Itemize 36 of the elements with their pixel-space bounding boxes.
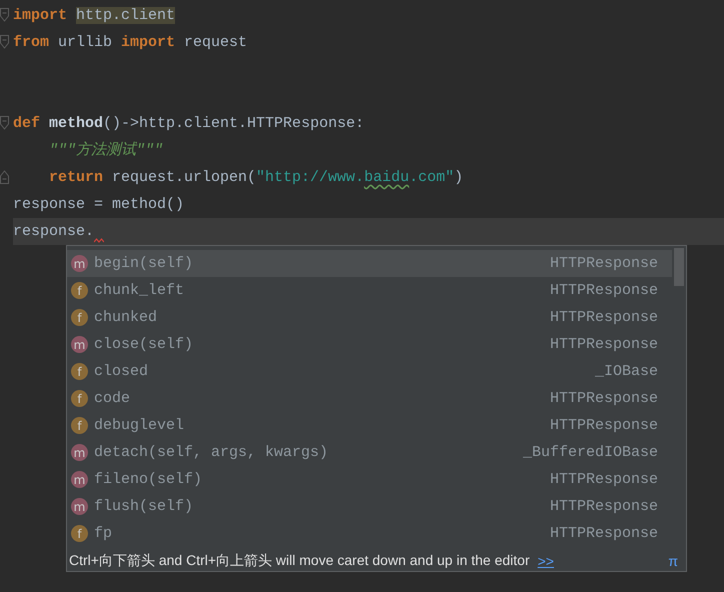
fold-marker-icon[interactable] <box>0 8 9 22</box>
code-line: """方法测试""" <box>48 140 164 161</box>
completion-item[interactable]: f closed _IOBase <box>67 358 672 385</box>
fold-marker-icon[interactable] <box>0 116 9 130</box>
field-icon: f <box>71 309 88 326</box>
fold-marker-icon[interactable] <box>0 170 9 184</box>
completion-item[interactable]: f debuglevel HTTPResponse <box>67 412 672 439</box>
code-line: def method()->http.client.HTTPResponse: <box>13 114 366 134</box>
field-icon: f <box>71 363 88 380</box>
completion-item[interactable]: m flush(self) HTTPResponse <box>67 493 672 520</box>
method-icon: m <box>71 255 88 272</box>
completion-item[interactable]: m fileno(self) HTTPResponse <box>67 466 672 493</box>
method-icon: m <box>71 498 88 515</box>
more-link[interactable]: >> <box>538 553 554 569</box>
code-line: import http.client <box>13 6 176 26</box>
hint-text: Ctrl+向下箭头 and Ctrl+向上箭头 will move caret down and up in the editor <box>69 552 530 570</box>
pi-icon[interactable]: π <box>668 553 678 569</box>
completion-item[interactable]: f fp HTTPResponse <box>67 520 672 547</box>
field-icon: f <box>71 390 88 407</box>
fold-marker-icon[interactable] <box>0 35 9 49</box>
field-icon: f <box>71 282 88 299</box>
completion-item[interactable]: f chunked HTTPResponse <box>67 304 672 331</box>
completion-item[interactable]: m close(self) HTTPResponse <box>67 331 672 358</box>
completion-item[interactable]: m begin(self) HTTPResponse <box>67 250 672 277</box>
field-icon: f <box>71 525 88 542</box>
method-icon: m <box>71 336 88 353</box>
code-line: from urllib import request <box>13 33 248 53</box>
scrollbar-thumb[interactable] <box>674 248 684 286</box>
field-icon: f <box>71 417 88 434</box>
code-line: return request.urlopen("http://www.baidu.com") <box>48 168 464 188</box>
completion-item[interactable]: f chunk_left HTTPResponse <box>67 277 672 304</box>
code-line: response = method() <box>13 195 186 215</box>
completion-item[interactable]: f code HTTPResponse <box>67 385 672 412</box>
method-icon: m <box>71 444 88 461</box>
method-icon: m <box>71 471 88 488</box>
completion-item[interactable]: m detach(self, args, kwargs) _BufferedIOBase <box>67 439 672 466</box>
